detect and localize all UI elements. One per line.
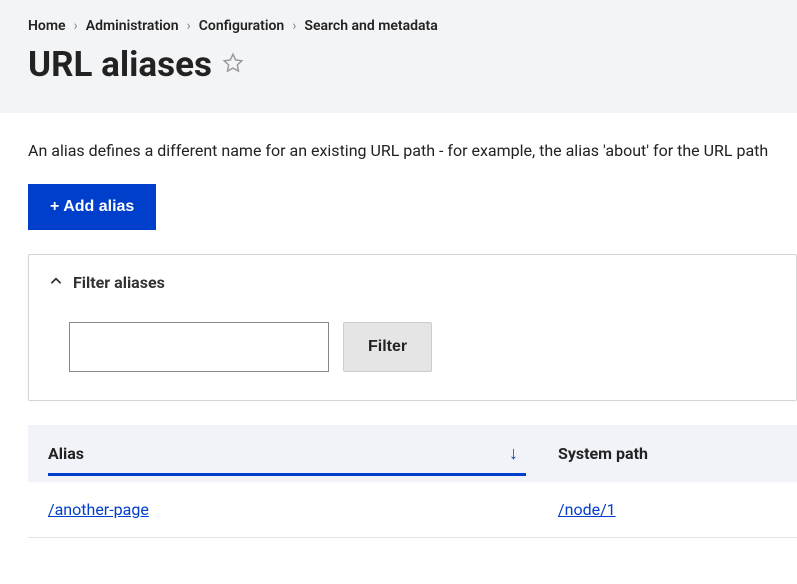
col-header-system-path[interactable]: System path bbox=[538, 425, 797, 482]
chevron-right-icon: › bbox=[187, 18, 191, 34]
filter-input[interactable] bbox=[69, 322, 329, 372]
page-description: An alias defines a different name for an… bbox=[28, 141, 797, 160]
table-row: /another-page /node/1 bbox=[28, 482, 797, 538]
breadcrumb: Home › Administration › Configuration › … bbox=[28, 18, 769, 34]
breadcrumb-configuration[interactable]: Configuration bbox=[199, 18, 284, 34]
alias-table: Alias ↓ System path /another-page /node/… bbox=[28, 425, 797, 538]
col-header-alias-label: Alias bbox=[48, 444, 84, 463]
page-title: URL aliases bbox=[28, 44, 212, 85]
chevron-up-icon bbox=[49, 273, 63, 292]
add-alias-button[interactable]: + Add alias bbox=[28, 184, 156, 230]
chevron-right-icon: › bbox=[292, 18, 296, 34]
filter-toggle[interactable]: Filter aliases bbox=[49, 273, 776, 292]
filter-title: Filter aliases bbox=[73, 273, 165, 292]
col-header-alias[interactable]: Alias ↓ bbox=[28, 425, 538, 482]
breadcrumb-search-metadata[interactable]: Search and metadata bbox=[304, 18, 437, 34]
chevron-right-icon: › bbox=[74, 18, 78, 34]
filter-panel: Filter aliases Filter bbox=[28, 254, 797, 401]
breadcrumb-administration[interactable]: Administration bbox=[86, 18, 179, 34]
star-icon[interactable] bbox=[222, 52, 244, 78]
col-header-system-path-label: System path bbox=[558, 444, 648, 463]
system-path-link[interactable]: /node/1 bbox=[558, 500, 616, 519]
filter-button[interactable]: Filter bbox=[343, 322, 432, 372]
alias-link[interactable]: /another-page bbox=[48, 500, 149, 519]
sort-arrow-icon: ↓ bbox=[509, 443, 518, 464]
breadcrumb-home[interactable]: Home bbox=[28, 18, 66, 34]
